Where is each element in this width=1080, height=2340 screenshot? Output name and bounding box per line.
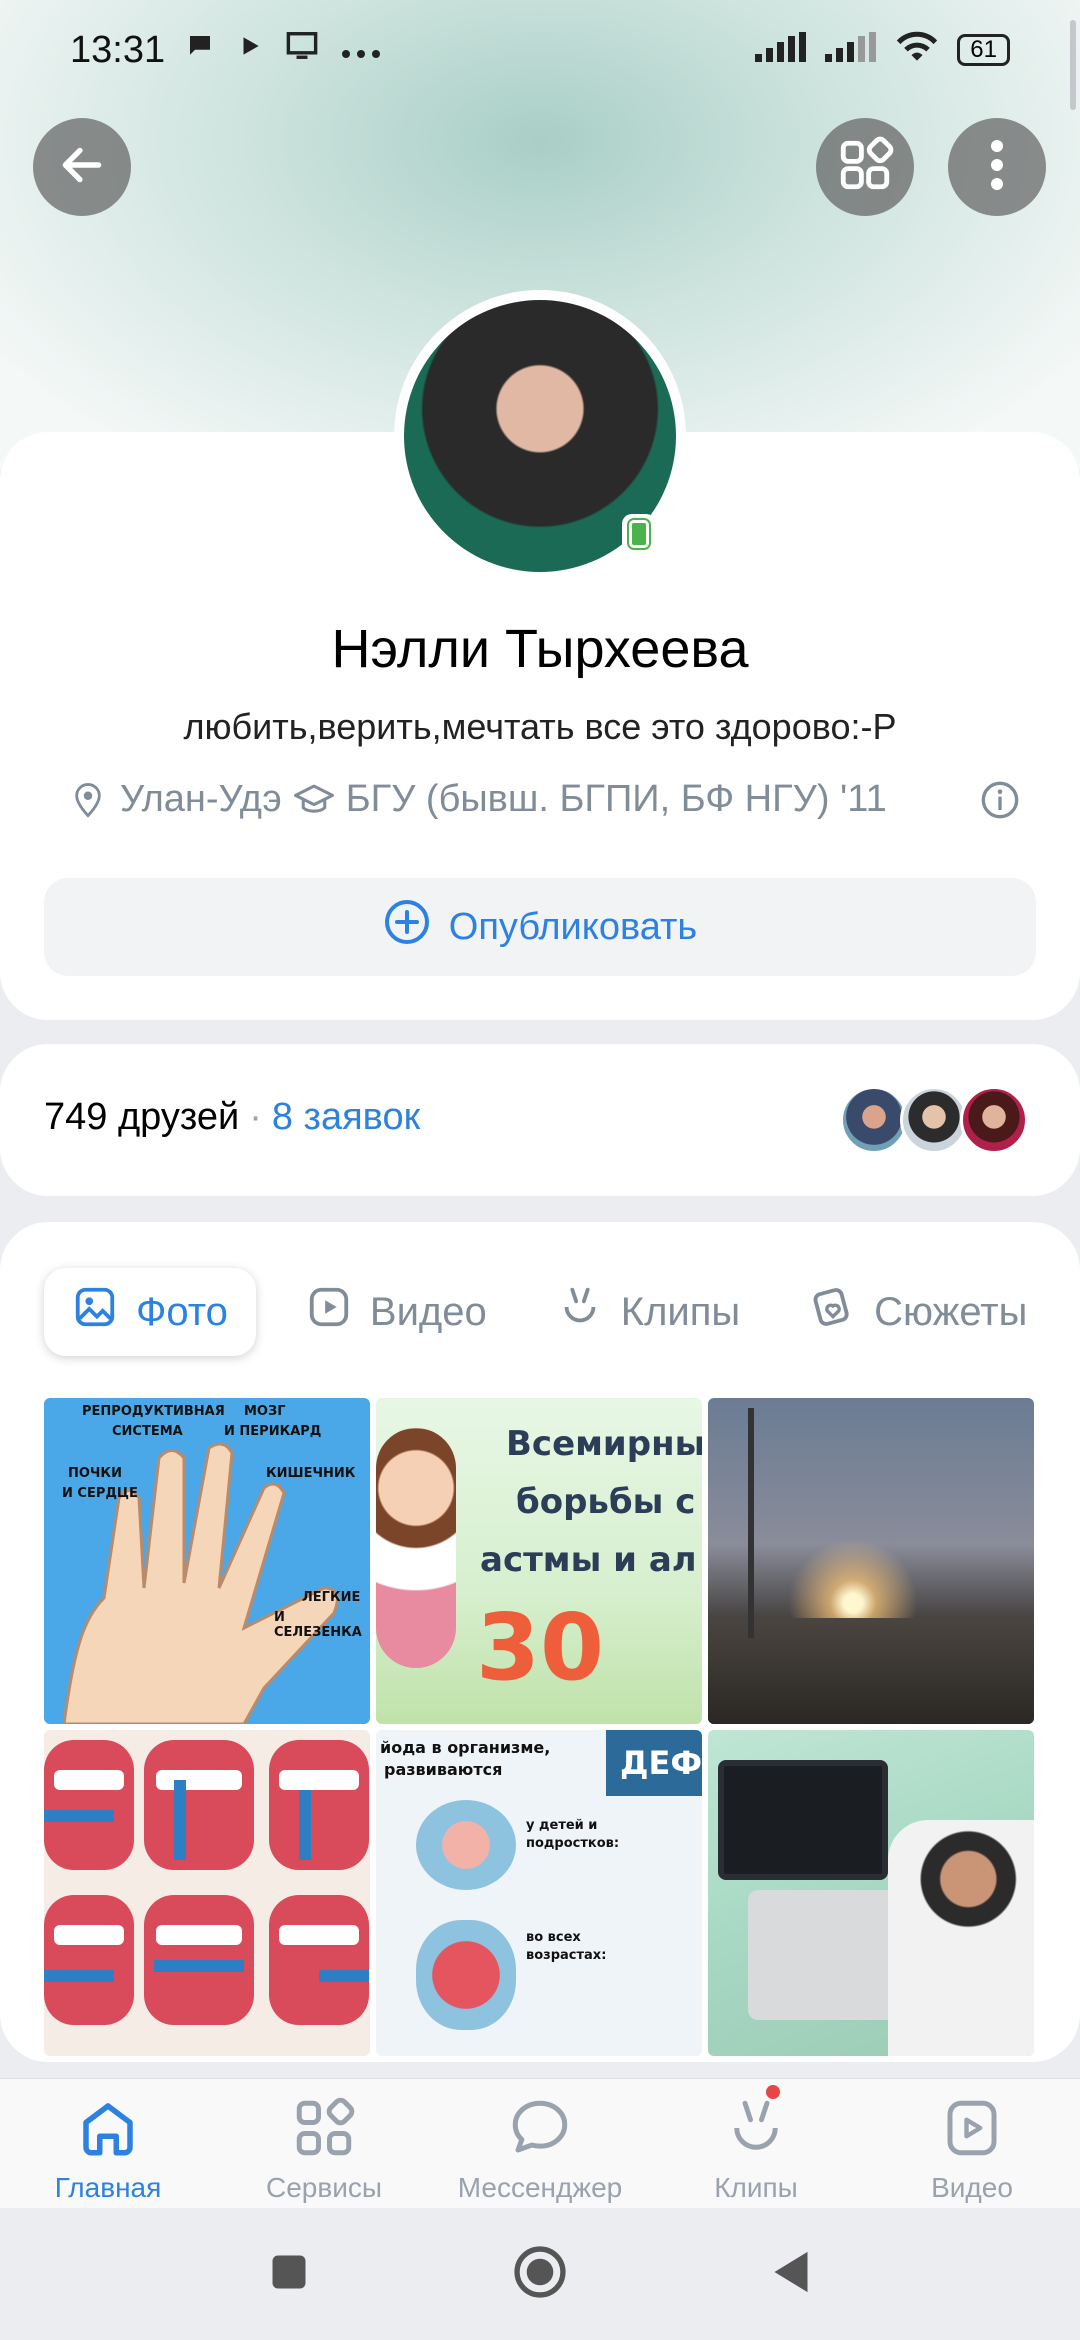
media-tabs: Фото Видео Клипы Сюжеты xyxy=(44,1268,1047,1356)
home-icon xyxy=(75,2095,141,2168)
photo-caption: возрастах: xyxy=(526,1948,607,1963)
separator-dot: · xyxy=(249,1096,262,1138)
photo-thumbnail[interactable]: йода в организме, развиваются ДЕФИ у дет… xyxy=(376,1730,702,2056)
tab-stories[interactable]: Сюжеты xyxy=(790,1268,1047,1356)
nav-messenger-label: Мессенджер xyxy=(457,2172,623,2203)
photo-caption: СИСТЕМА xyxy=(112,1424,183,1439)
photo-thumbnail[interactable] xyxy=(708,1398,1034,1724)
clips-icon xyxy=(557,1284,603,1340)
photo-caption: у детей и xyxy=(526,1818,598,1833)
photo-caption: И ПЕРИКАРД xyxy=(224,1424,322,1439)
profile-education: БГУ (бывш. БГПИ, БФ НГУ) '11 xyxy=(345,778,887,820)
photo-caption: ДЕФИ xyxy=(620,1744,702,1782)
friend-avatar xyxy=(900,1086,968,1154)
friends-row[interactable]: 749 друзей · 8 заявок xyxy=(44,1096,420,1139)
photo-grid: РЕПРОДУКТИВНАЯ СИСТЕМА МОЗГ И ПЕРИКАРД П… xyxy=(44,1398,1036,2056)
photo-caption: РЕПРОДУКТИВНАЯ xyxy=(82,1404,225,1419)
signal-icon xyxy=(755,29,807,71)
photo-caption: И СЕЛЕЗЕНКА xyxy=(274,1610,362,1640)
photo-caption: подростков: xyxy=(526,1836,620,1851)
photo-caption: развиваются xyxy=(384,1760,503,1779)
friend-requests-link[interactable]: 8 заявок xyxy=(272,1096,420,1139)
back-button[interactable] xyxy=(33,118,131,216)
profile-info-row[interactable]: Улан-Удэ БГУ (бывш. БГПИ, БФ НГУ) '11 xyxy=(68,778,1020,821)
photo-thumbnail[interactable]: Всемирны борьбы с астмы и ал 30 м xyxy=(376,1398,702,1724)
services-grid-icon xyxy=(836,136,894,199)
back-system-icon[interactable] xyxy=(769,2248,813,2301)
services-button[interactable] xyxy=(816,118,914,216)
photo-caption: 30 м xyxy=(476,1594,605,1724)
nav-services[interactable]: Сервисы xyxy=(216,2079,432,2208)
profile-status[interactable]: любить,верить,мечтать все это здорово:-Р xyxy=(0,706,1080,748)
photo-thumbnail[interactable]: РЕПРОДУКТИВНАЯ СИСТЕМА МОЗГ И ПЕРИКАРД П… xyxy=(44,1398,370,1724)
play-notification-icon xyxy=(237,33,263,67)
info-icon[interactable] xyxy=(980,780,1020,820)
education-cap-icon xyxy=(293,780,334,820)
system-navigation-bar xyxy=(0,2208,1080,2340)
photo-caption: йода в организме, xyxy=(380,1738,551,1757)
publish-button[interactable]: Опубликовать xyxy=(44,878,1036,976)
arrow-left-icon xyxy=(57,140,107,195)
nav-clips-label: Клипы xyxy=(714,2172,798,2203)
chat-notification-icon xyxy=(185,31,215,69)
clips-icon xyxy=(723,2095,789,2168)
photo-caption: МОЗГ xyxy=(244,1404,286,1419)
tab-stories-label: Сюжеты xyxy=(874,1289,1028,1334)
more-vertical-icon xyxy=(990,139,1004,196)
wifi-icon xyxy=(895,29,939,72)
nav-video-label: Видео xyxy=(931,2172,1013,2203)
status-time: 13:31 xyxy=(70,28,166,71)
friend-avatar xyxy=(960,1086,1028,1154)
location-pin-icon xyxy=(68,780,108,820)
nav-services-label: Сервисы xyxy=(265,2172,382,2203)
photo-thumbnail[interactable] xyxy=(708,1730,1034,2056)
tab-videos[interactable]: Видео xyxy=(286,1268,507,1356)
home-system-icon[interactable] xyxy=(511,2243,569,2306)
tab-clips-label: Клипы xyxy=(620,1289,741,1334)
photo-thumbnail[interactable] xyxy=(44,1730,370,2056)
plus-circle-icon xyxy=(383,898,431,956)
photo-caption: во всех xyxy=(526,1930,581,1945)
photo-caption: борьбы с xyxy=(516,1482,696,1522)
photo-icon xyxy=(72,1284,118,1340)
tab-photos-label: Фото xyxy=(136,1289,228,1334)
battery-indicator: 61 xyxy=(957,34,1010,66)
more-options-button[interactable] xyxy=(948,118,1046,216)
nav-home-label: Главная xyxy=(54,2172,162,2203)
bottom-navigation: Главная Сервисы Мессенджер Клипы Видео xyxy=(0,2078,1080,2208)
photo-caption: КИШЕЧНИК xyxy=(266,1466,356,1481)
photo-caption: Всемирны xyxy=(506,1424,702,1464)
status-bar: 13:31 61 xyxy=(0,0,1080,100)
profile-city: Улан-Удэ xyxy=(120,778,282,820)
nav-clips[interactable]: Клипы xyxy=(648,2079,864,2208)
tab-videos-label: Видео xyxy=(369,1289,487,1334)
publish-label: Опубликовать xyxy=(448,905,698,948)
photo-caption: И СЕРДЦЕ xyxy=(62,1486,138,1501)
tab-photos[interactable]: Фото xyxy=(44,1268,256,1356)
nav-messenger[interactable]: Мессенджер xyxy=(432,2079,648,2208)
photo-caption: ЛЕГКИЕ xyxy=(302,1590,361,1605)
friend-avatars[interactable] xyxy=(840,1086,1028,1154)
friend-avatar xyxy=(840,1086,908,1154)
nav-home[interactable]: Главная xyxy=(0,2079,216,2208)
online-mobile-indicator xyxy=(622,514,656,554)
photo-caption: астмы и ал xyxy=(480,1540,697,1580)
photo-caption: ПОЧКИ xyxy=(68,1466,122,1481)
more-notifications-icon xyxy=(341,33,381,67)
services-icon xyxy=(291,2095,357,2168)
profile-name: Нэлли Тырхеева xyxy=(331,619,749,679)
recent-apps-icon[interactable] xyxy=(267,2250,311,2299)
messenger-icon xyxy=(507,2095,573,2168)
video-icon xyxy=(306,1284,352,1340)
tab-clips[interactable]: Клипы xyxy=(537,1268,760,1356)
video-icon xyxy=(939,2095,1005,2168)
screen-cast-icon xyxy=(285,31,319,69)
signal-2-icon xyxy=(825,29,877,71)
nav-video[interactable]: Видео xyxy=(864,2079,1080,2208)
notification-dot xyxy=(766,2085,780,2099)
friends-count[interactable]: 749 друзей xyxy=(44,1096,239,1139)
stories-icon xyxy=(810,1284,856,1340)
